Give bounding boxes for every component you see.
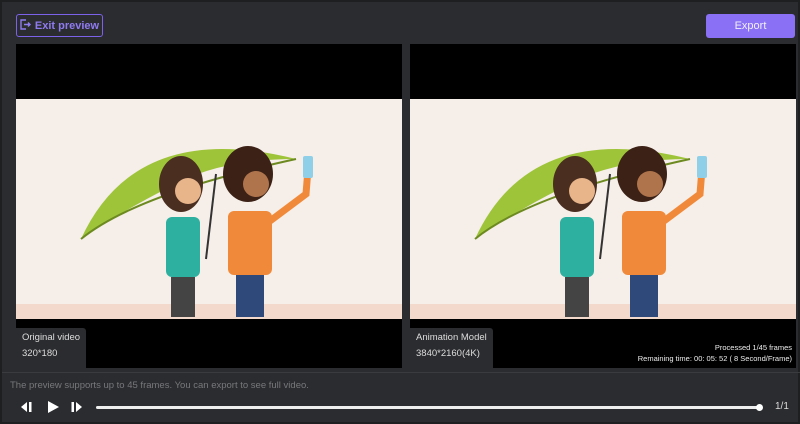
- processing-status: Processed 1/45 frames Remaining time: 00…: [638, 342, 792, 364]
- play-icon: [48, 401, 59, 413]
- export-button[interactable]: Export: [706, 14, 795, 38]
- step-forward-icon: [71, 402, 82, 412]
- processed-frames: Processed 1/45 frames: [714, 343, 792, 352]
- divider: [2, 372, 800, 373]
- exit-preview-button[interactable]: Exit preview: [16, 14, 103, 37]
- exit-icon: [20, 18, 31, 33]
- animation-model-frame: [410, 99, 796, 319]
- remaining-time: Remaining time: 00: 05: 52 ( 8 Second/Fr…: [637, 354, 792, 363]
- exit-preview-label: Exit preview: [34, 19, 100, 32]
- original-video-title: Original video: [22, 332, 81, 343]
- progress-slider[interactable]: [96, 404, 763, 411]
- next-frame-button[interactable]: [70, 400, 84, 416]
- progress-handle[interactable]: [756, 404, 763, 411]
- original-video-frame: [16, 99, 402, 319]
- preview-note: The preview supports up to 45 frames. Yo…: [10, 380, 309, 391]
- step-back-icon: [21, 402, 32, 412]
- original-video-panel: Original video 320*180: [16, 44, 402, 368]
- page-indicator: 1/1: [775, 401, 789, 412]
- previous-frame-button[interactable]: [19, 400, 33, 416]
- animation-model-resolution: 3840*2160(4K): [416, 348, 480, 359]
- original-video-resolution: 320*180: [22, 348, 58, 359]
- animation-model-title: Animation Model: [416, 332, 487, 343]
- animation-model-info: Animation Model 3840*2160(4K): [410, 328, 493, 368]
- animation-model-panel: Animation Model 3840*2160(4K) Processed …: [410, 44, 796, 368]
- play-button[interactable]: [46, 400, 60, 416]
- original-video-info: Original video 320*180: [16, 328, 87, 368]
